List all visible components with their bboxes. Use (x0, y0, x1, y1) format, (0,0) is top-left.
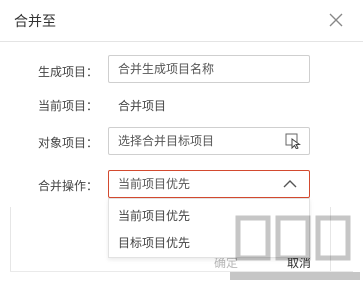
merge-operation-label: 合并操作： (37, 179, 98, 193)
chevron-up-icon[interactable] (283, 179, 297, 189)
close-icon[interactable] (327, 11, 345, 29)
footer-border-left (10, 207, 11, 271)
watermark-logo (230, 215, 360, 280)
cursor-pick-icon[interactable] (285, 133, 301, 149)
generate-project-input[interactable]: 合并生成项目名称 (108, 55, 310, 83)
merge-operation-selected: 当前项目优先 (118, 177, 191, 191)
merge-operation-select[interactable]: 当前项目优先 (108, 170, 310, 198)
dialog-title: 合并至 (14, 14, 56, 30)
generate-project-label: 生成项目： (37, 65, 98, 79)
title-divider (0, 41, 363, 42)
merge-dialog: 合并至 生成项目： 合并生成项目名称 当前项目： 合并项目 对象项目： 选择合并… (0, 0, 363, 294)
dropdown-option[interactable]: 目标项目优先 (118, 234, 190, 251)
generate-project-placeholder: 合并生成项目名称 (118, 62, 215, 76)
dropdown-option[interactable]: 当前项目优先 (118, 207, 190, 224)
current-project-label: 当前项目： (37, 99, 98, 113)
target-project-label: 对象项目： (37, 136, 98, 150)
target-project-placeholder: 选择合并目标项目 (118, 134, 215, 148)
target-project-input[interactable]: 选择合并目标项目 (108, 127, 310, 155)
current-project-value: 合并项目 (118, 99, 167, 113)
